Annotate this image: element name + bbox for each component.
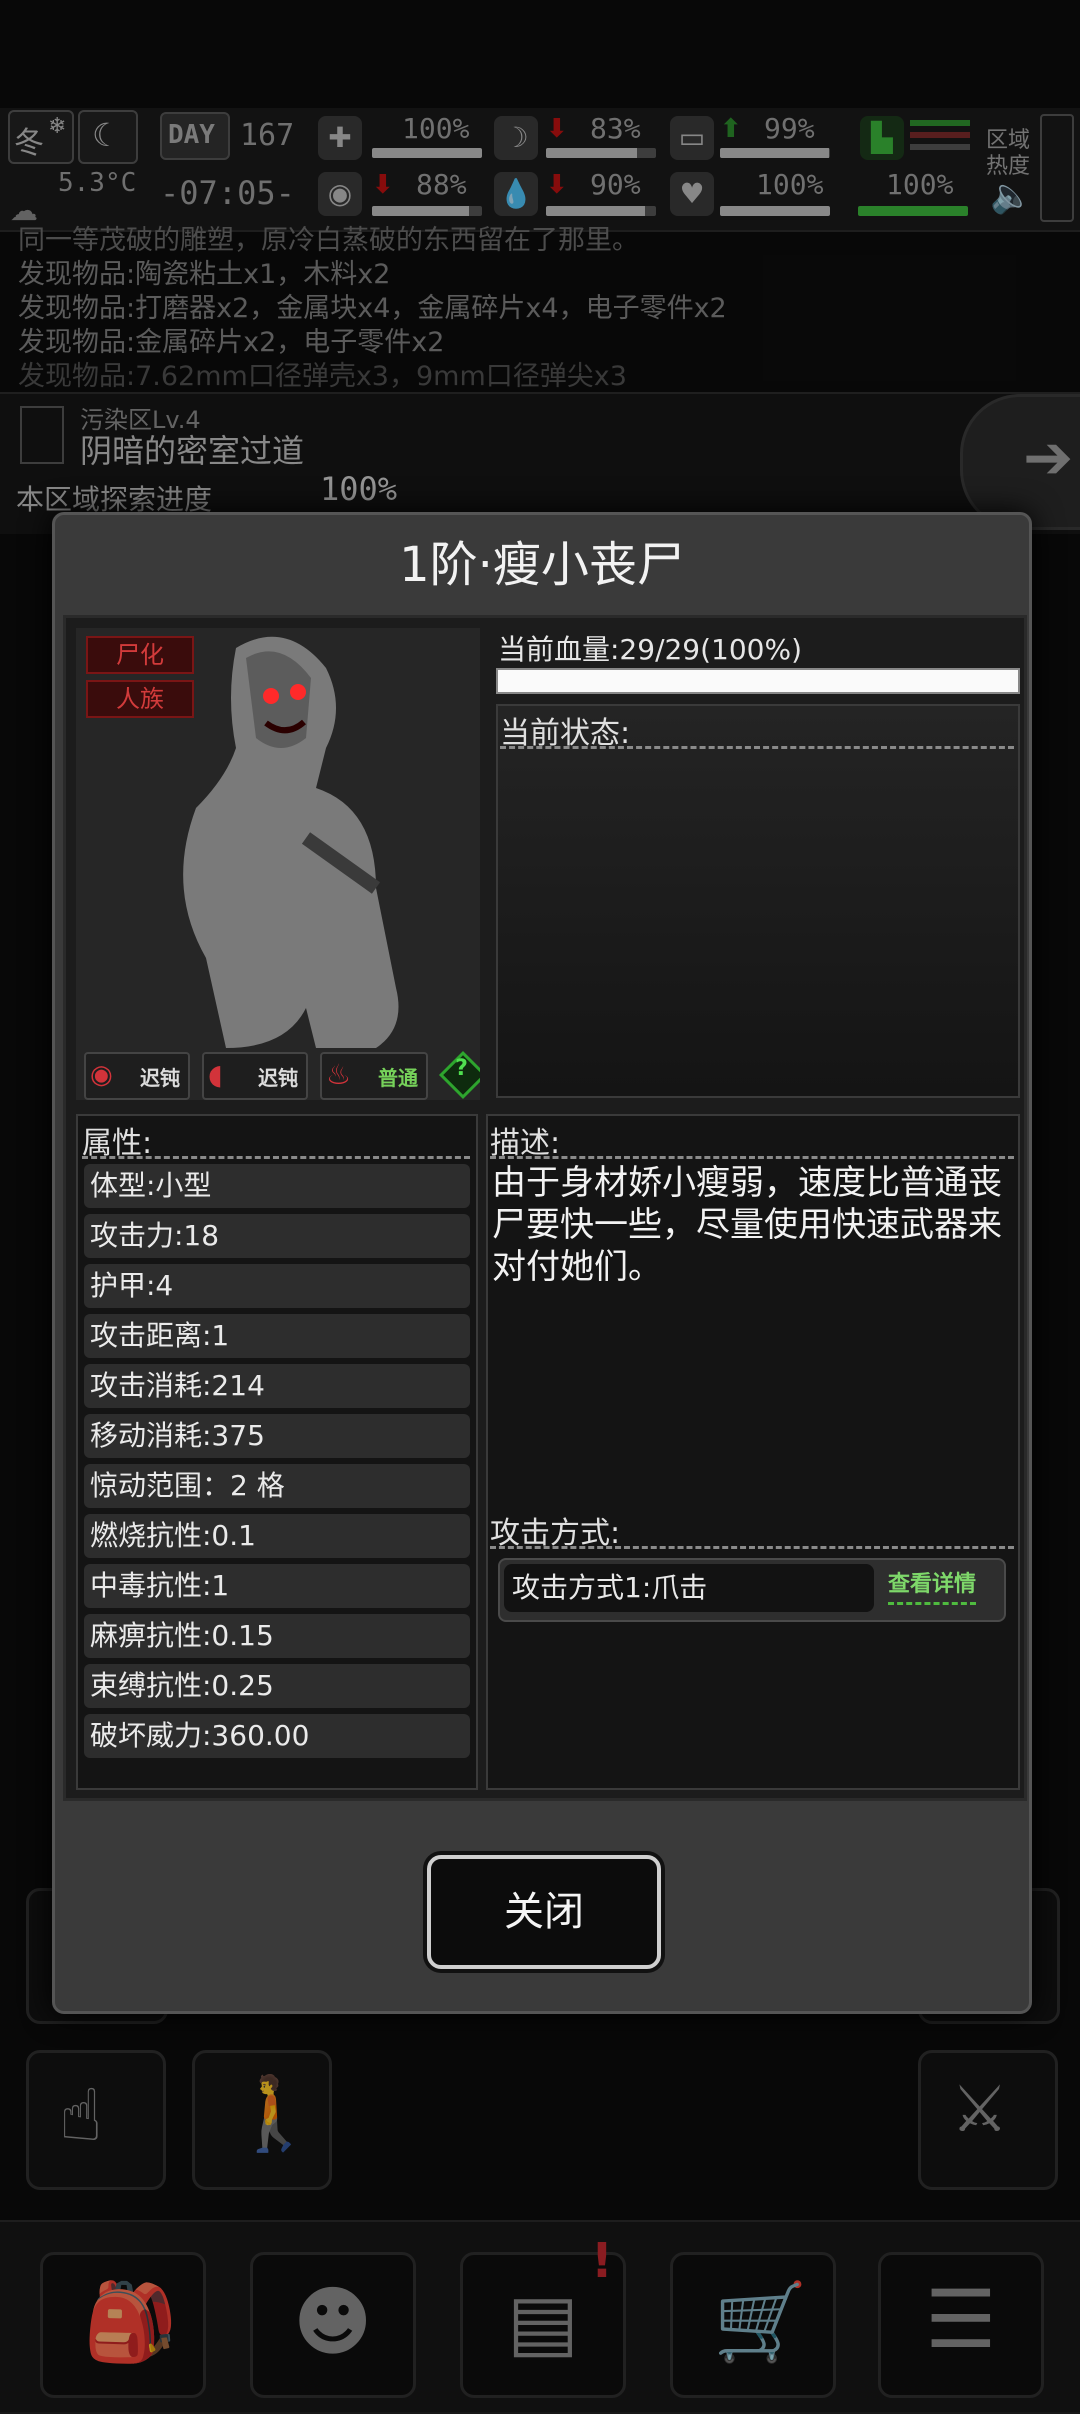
attack-row: 攻击方式1:爪击 查看详情 [498,1558,1006,1622]
help-symbol: ? [455,1056,468,1082]
attributes-divider [82,1156,470,1159]
eye-icon: ◉ [90,1060,113,1090]
attack-divider [490,1546,1014,1549]
attribute-row: 移动消耗:375 [84,1414,470,1458]
hp-bar-fill [498,670,1018,692]
tag-corrupted: 尸化 [86,636,194,674]
attributes-panel: 属性: 体型:小型 攻击力:18 护甲:4 攻击距离:1 攻击消耗:214 移动… [76,1114,478,1790]
attribute-row: 麻痹抗性:0.15 [84,1614,470,1658]
attribute-row: 攻击消耗:214 [84,1364,470,1408]
hp-label: 当前血量:29/29(100%) [498,633,803,666]
dialog-title: 1阶·瘦小丧尸 [399,537,685,593]
attribute-row: 束缚抗性:0.25 [84,1664,470,1708]
attribute-row: 惊动范围：2 格 [84,1464,470,1508]
sense-hearing-label: 迟钝 [258,1066,298,1090]
nose-icon: ♨ [326,1058,352,1091]
attribute-row: 体型:小型 [84,1164,470,1208]
zombie-portrait: 尸化 人族 ◉ 迟钝 ◖ 迟钝 ♨ 普通 ? [76,628,480,1100]
attribute-row: 破坏威力:360.00 [84,1714,470,1758]
attribute-row: 攻击力:18 [84,1214,470,1258]
sense-sight: ◉ 迟钝 [84,1052,190,1100]
hp-bar [496,668,1020,694]
monster-info-dialog: 1阶·瘦小丧尸 尸化 人族 ◉ 迟钝 ◖ 迟钝 ♨ 普通 ? 当前血量:29/2… [52,512,1032,2014]
view-details-link[interactable]: 查看详情 [888,1566,977,1605]
close-button[interactable]: 关闭 [427,1855,661,1969]
dialog-content: 尸化 人族 ◉ 迟钝 ◖ 迟钝 ♨ 普通 ? 当前血量:29/29(100%) … [63,615,1027,1801]
attribute-row: 燃烧抗性:0.1 [84,1514,470,1558]
sense-smell: ♨ 普通 [320,1052,428,1100]
description-divider [490,1156,1014,1159]
sense-smell-label: 普通 [378,1066,418,1090]
attribute-row: 护甲:4 [84,1264,470,1308]
status-panel: 当前状态: [496,704,1020,1098]
tag-human: 人族 [86,680,194,718]
attack-name: 攻击方式1:爪击 [504,1564,874,1612]
sense-hearing: ◖ 迟钝 [202,1052,308,1100]
description-text: 由于身材娇小瘦弱，速度比普通丧尸要快一些，尽量使用快速武器来对付她们。 [492,1163,1002,1287]
attribute-row: 攻击距离:1 [84,1314,470,1358]
status-divider [500,746,1014,749]
attribute-row: 中毒抗性:1 [84,1564,470,1608]
ear-icon: ◖ [208,1058,223,1091]
description-panel: 描述: 由于身材娇小瘦弱，速度比普通丧尸要快一些，尽量使用快速武器来对付她们。 … [486,1114,1020,1790]
sense-sight-label: 迟钝 [140,1066,180,1090]
